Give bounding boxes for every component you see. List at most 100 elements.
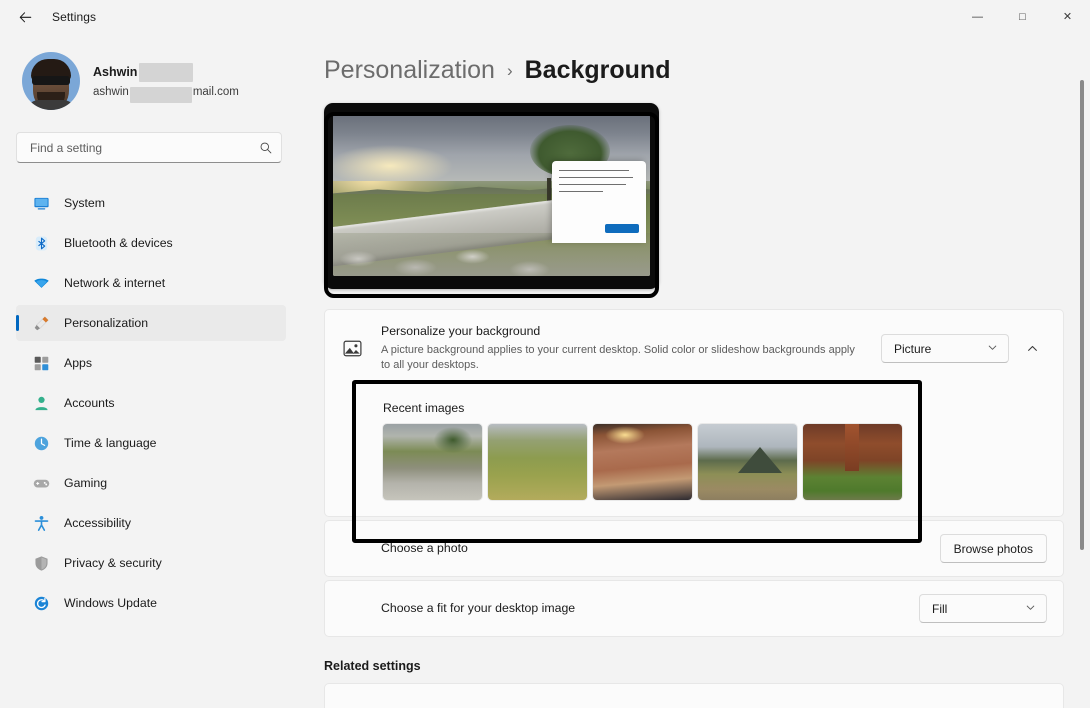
account-name: Ashwin <box>93 65 137 79</box>
gamepad-icon <box>32 474 50 492</box>
clock-globe-icon <box>32 434 50 452</box>
chevron-up-icon <box>1026 342 1039 355</box>
redaction-block-name <box>139 63 193 82</box>
close-button[interactable]: ✕ <box>1045 0 1090 34</box>
recent-image-2[interactable] <box>488 424 587 500</box>
sidebar-item-label: Apps <box>64 356 92 370</box>
choose-photo-label: Choose a photo <box>381 540 940 558</box>
choose-fit-row: Choose a fit for your desktop image Fill <box>325 581 1063 636</box>
recent-image-3[interactable] <box>593 424 692 500</box>
sidebar-item-system[interactable]: System <box>16 185 286 221</box>
sidebar-item-gaming[interactable]: Gaming <box>16 465 286 501</box>
sidebar-item-network-internet[interactable]: Network & internet <box>16 265 286 301</box>
minimize-icon: — <box>972 12 983 23</box>
preview-mock-window <box>552 161 646 243</box>
monitor-icon <box>32 194 50 212</box>
sidebar-nav: System Bluetooth & devices <box>16 185 286 621</box>
settings-cards: Personalize your background A picture ba… <box>324 309 1064 637</box>
chevron-down-icon <box>987 342 998 355</box>
sidebar-item-label: System <box>64 196 105 210</box>
sidebar-item-personalization[interactable]: Personalization <box>16 305 286 341</box>
sidebar-item-label: Accounts <box>64 396 115 410</box>
recent-images-title: Recent images <box>383 401 1047 415</box>
choose-photo-card: Choose a photo Browse photos <box>324 520 1064 577</box>
sidebar-item-time-language[interactable]: Time & language <box>16 425 286 461</box>
search-input[interactable] <box>30 141 259 155</box>
search-box[interactable] <box>16 132 282 163</box>
related-settings-card[interactable] <box>324 683 1064 708</box>
personalize-background-row: Personalize your background A picture ba… <box>325 310 1063 387</box>
account-email-prefix: ashwin <box>93 86 129 98</box>
sidebar: Ashwin ashwin mail.com <box>0 34 300 708</box>
window-title: Settings <box>52 10 96 24</box>
related-settings-heading: Related settings <box>324 659 1090 673</box>
choose-fit-label: Choose a fit for your desktop image <box>381 600 919 618</box>
chevron-down-icon <box>1025 602 1036 615</box>
back-arrow-icon <box>18 10 33 25</box>
sidebar-item-label: Bluetooth & devices <box>64 236 173 250</box>
avatar <box>22 52 80 110</box>
breadcrumb-parent-link[interactable]: Personalization <box>324 56 495 85</box>
scrollbar-thumb[interactable] <box>1080 80 1084 550</box>
sidebar-item-bluetooth-devices[interactable]: Bluetooth & devices <box>16 225 286 261</box>
window-body: Ashwin ashwin mail.com <box>0 34 1090 708</box>
sidebar-item-accounts[interactable]: Accounts <box>16 385 286 421</box>
spacer-icon <box>341 538 363 560</box>
choose-photo-row: Choose a photo Browse photos <box>325 521 1063 576</box>
search-container <box>16 132 286 163</box>
account-email-suffix: mail.com <box>193 86 239 98</box>
title-bar: Settings — □ ✕ <box>0 0 1090 34</box>
sidebar-item-label: Windows Update <box>64 596 157 610</box>
maximize-button[interactable]: □ <box>1000 0 1045 34</box>
account-email-row: ashwin mail.com <box>93 84 239 100</box>
recent-image-1[interactable] <box>383 424 482 500</box>
paintbrush-icon <box>32 314 50 332</box>
spacer-icon <box>341 598 363 620</box>
recent-image-4[interactable] <box>698 424 797 500</box>
page-title: Background <box>525 56 671 85</box>
preview-mock-accent-button <box>605 224 639 233</box>
picture-icon <box>341 338 363 360</box>
personalize-background-subtitle: A picture background applies to your cur… <box>381 343 861 374</box>
account-summary[interactable]: Ashwin ashwin mail.com <box>22 52 286 110</box>
sidebar-item-label: Time & language <box>64 436 157 450</box>
minimize-button[interactable]: — <box>955 0 1000 34</box>
background-type-value: Picture <box>894 342 931 356</box>
sidebar-item-windows-update[interactable]: Windows Update <box>16 585 286 621</box>
desktop-background-preview <box>324 103 659 289</box>
background-type-dropdown[interactable]: Picture <box>881 334 1009 363</box>
personalize-background-title: Personalize your background <box>381 323 881 341</box>
search-icon[interactable] <box>259 141 273 155</box>
sidebar-item-label: Personalization <box>64 316 148 330</box>
shield-icon <box>32 554 50 572</box>
redaction-block-email <box>130 87 192 103</box>
close-icon: ✕ <box>1063 12 1072 23</box>
fit-value: Fill <box>932 602 947 616</box>
update-refresh-icon <box>32 594 50 612</box>
main-scrollbar[interactable] <box>1080 80 1084 688</box>
breadcrumb: Personalization › Background <box>324 56 1090 85</box>
sidebar-item-label: Network & internet <box>64 276 165 290</box>
recent-images-list <box>383 424 1047 500</box>
choose-fit-card: Choose a fit for your desktop image Fill <box>324 580 1064 637</box>
breadcrumb-separator-icon: › <box>507 61 513 81</box>
browse-photos-button[interactable]: Browse photos <box>940 534 1047 563</box>
sidebar-item-label: Privacy & security <box>64 556 162 570</box>
bluetooth-icon <box>32 234 50 252</box>
sidebar-item-apps[interactable]: Apps <box>16 345 286 381</box>
main-content: Personalization › Background <box>300 34 1090 708</box>
account-name-row: Ashwin <box>93 63 239 82</box>
person-icon <box>32 394 50 412</box>
collapse-section-button[interactable] <box>1017 334 1047 364</box>
back-button[interactable] <box>8 2 42 32</box>
recent-image-5[interactable] <box>803 424 902 500</box>
sidebar-item-label: Accessibility <box>64 516 131 530</box>
wifi-icon <box>32 274 50 292</box>
accessibility-person-icon <box>32 514 50 532</box>
sidebar-item-accessibility[interactable]: Accessibility <box>16 505 286 541</box>
settings-window: Settings — □ ✕ <box>0 0 1090 708</box>
fit-dropdown[interactable]: Fill <box>919 594 1047 623</box>
sidebar-item-label: Gaming <box>64 476 107 490</box>
personalize-background-card: Personalize your background A picture ba… <box>324 309 1064 517</box>
sidebar-item-privacy-security[interactable]: Privacy & security <box>16 545 286 581</box>
